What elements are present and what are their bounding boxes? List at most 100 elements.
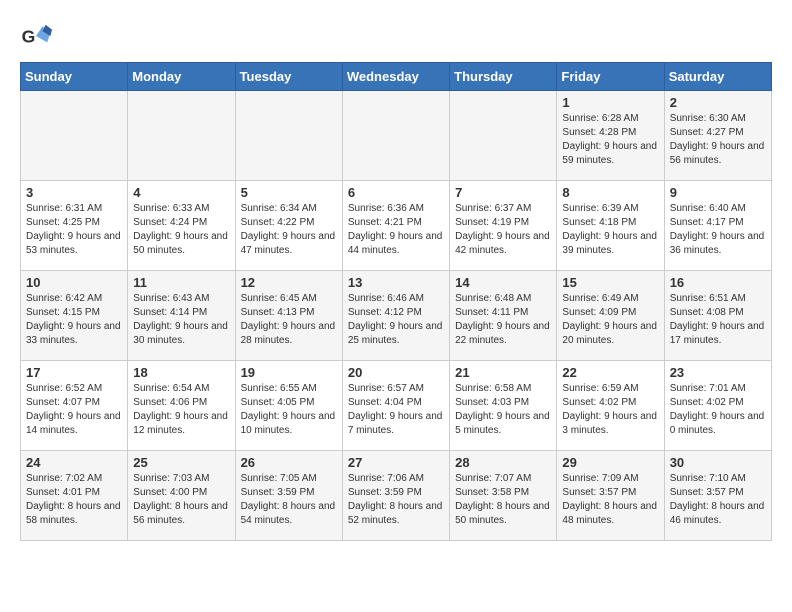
day-cell: 13 Sunrise: 6:46 AM Sunset: 4:12 PM Dayli… — [342, 271, 449, 361]
header: G — [20, 20, 772, 52]
day-cell: 6 Sunrise: 6:36 AM Sunset: 4:21 PM Daylig… — [342, 181, 449, 271]
day-number: 25 — [133, 455, 229, 470]
day-info: Sunrise: 6:42 AM Sunset: 4:15 PM Dayligh… — [26, 292, 122, 348]
day-number: 4 — [133, 185, 229, 200]
day-info: Sunrise: 7:01 AM Sunset: 4:02 PM Dayligh… — [670, 382, 766, 438]
day-info: Sunrise: 6:30 AM Sunset: 4:27 PM Dayligh… — [670, 112, 766, 168]
day-cell: 27 Sunrise: 7:06 AM Sunset: 3:59 PM Dayli… — [342, 451, 449, 541]
day-number: 19 — [241, 365, 337, 380]
day-info: Sunrise: 6:36 AM Sunset: 4:21 PM Dayligh… — [348, 202, 444, 258]
day-cell — [21, 91, 128, 181]
day-cell: 25 Sunrise: 7:03 AM Sunset: 4:00 PM Dayli… — [128, 451, 235, 541]
day-info: Sunrise: 6:49 AM Sunset: 4:09 PM Dayligh… — [562, 292, 658, 348]
day-cell: 4Sunrise: 6:33 AM Sunset: 4:24 PM Daylig… — [128, 181, 235, 271]
day-number: 1 — [562, 95, 658, 110]
calendar-table: SundayMondayTuesdayWednesdayThursdayFrid… — [20, 62, 772, 541]
day-number: 12 — [241, 275, 337, 290]
day-info: Sunrise: 7:03 AM Sunset: 4:00 PM Dayligh… — [133, 472, 229, 528]
day-info: Sunrise: 6:52 AM Sunset: 4:07 PM Dayligh… — [26, 382, 122, 438]
day-info: Sunrise: 6:58 AM Sunset: 4:03 PM Dayligh… — [455, 382, 551, 438]
day-cell: 12 Sunrise: 6:45 AM Sunset: 4:13 PM Dayli… — [235, 271, 342, 361]
day-number: 30 — [670, 455, 766, 470]
day-info: Sunrise: 6:51 AM Sunset: 4:08 PM Dayligh… — [670, 292, 766, 348]
day-cell: 3Sunrise: 6:31 AM Sunset: 4:25 PM Daylig… — [21, 181, 128, 271]
day-number: 2 — [670, 95, 766, 110]
day-number: 24 — [26, 455, 122, 470]
day-cell: 28Sunrise: 7:07 AM Sunset: 3:58 PM Dayli… — [450, 451, 557, 541]
day-cell: 5 Sunrise: 6:34 AM Sunset: 4:22 PM Daylig… — [235, 181, 342, 271]
day-number: 22 — [562, 365, 658, 380]
day-info: Sunrise: 6:28 AM Sunset: 4:28 PM Dayligh… — [562, 112, 658, 168]
week-row-4: 17 Sunrise: 6:52 AM Sunset: 4:07 PM Dayli… — [21, 361, 772, 451]
day-info: Sunrise: 6:48 AM Sunset: 4:11 PM Dayligh… — [455, 292, 551, 348]
day-cell: 26 Sunrise: 7:05 AM Sunset: 3:59 PM Dayli… — [235, 451, 342, 541]
day-number: 17 — [26, 365, 122, 380]
day-info: Sunrise: 7:10 AM Sunset: 3:57 PM Dayligh… — [670, 472, 766, 528]
day-number: 13 — [348, 275, 444, 290]
day-number: 16 — [670, 275, 766, 290]
day-number: 14 — [455, 275, 551, 290]
weekday-header-wednesday: Wednesday — [342, 63, 449, 91]
week-row-5: 24 Sunrise: 7:02 AM Sunset: 4:01 PM Dayli… — [21, 451, 772, 541]
day-cell: 8Sunrise: 6:39 AM Sunset: 4:18 PM Daylig… — [557, 181, 664, 271]
day-cell: 19 Sunrise: 6:55 AM Sunset: 4:05 PM Dayli… — [235, 361, 342, 451]
weekday-header-friday: Friday — [557, 63, 664, 91]
weekday-header-monday: Monday — [128, 63, 235, 91]
day-cell: 18 Sunrise: 6:54 AM Sunset: 4:06 PM Dayli… — [128, 361, 235, 451]
day-number: 26 — [241, 455, 337, 470]
day-number: 27 — [348, 455, 444, 470]
day-info: Sunrise: 7:07 AM Sunset: 3:58 PM Dayligh… — [455, 472, 551, 528]
day-number: 10 — [26, 275, 122, 290]
day-info: Sunrise: 6:46 AM Sunset: 4:12 PM Dayligh… — [348, 292, 444, 348]
day-cell: 1 Sunrise: 6:28 AM Sunset: 4:28 PM Daylig… — [557, 91, 664, 181]
day-cell — [450, 91, 557, 181]
day-number: 5 — [241, 185, 337, 200]
day-cell: 30 Sunrise: 7:10 AM Sunset: 3:57 PM Dayli… — [664, 451, 771, 541]
day-info: Sunrise: 6:37 AM Sunset: 4:19 PM Dayligh… — [455, 202, 551, 258]
day-info: Sunrise: 7:02 AM Sunset: 4:01 PM Dayligh… — [26, 472, 122, 528]
day-number: 29 — [562, 455, 658, 470]
day-cell — [342, 91, 449, 181]
day-number: 20 — [348, 365, 444, 380]
weekday-header-saturday: Saturday — [664, 63, 771, 91]
day-number: 9 — [670, 185, 766, 200]
logo: G — [20, 20, 58, 52]
day-info: Sunrise: 6:45 AM Sunset: 4:13 PM Dayligh… — [241, 292, 337, 348]
week-row-1: 1 Sunrise: 6:28 AM Sunset: 4:28 PM Daylig… — [21, 91, 772, 181]
day-cell: 22 Sunrise: 6:59 AM Sunset: 4:02 PM Dayli… — [557, 361, 664, 451]
day-cell: 23 Sunrise: 7:01 AM Sunset: 4:02 PM Dayli… — [664, 361, 771, 451]
day-cell — [128, 91, 235, 181]
day-number: 11 — [133, 275, 229, 290]
day-info: Sunrise: 7:05 AM Sunset: 3:59 PM Dayligh… — [241, 472, 337, 528]
logo-icon: G — [20, 20, 52, 52]
day-cell: 2 Sunrise: 6:30 AM Sunset: 4:27 PM Daylig… — [664, 91, 771, 181]
day-info: Sunrise: 6:43 AM Sunset: 4:14 PM Dayligh… — [133, 292, 229, 348]
day-number: 18 — [133, 365, 229, 380]
day-cell: 24 Sunrise: 7:02 AM Sunset: 4:01 PM Dayli… — [21, 451, 128, 541]
day-cell: 21 Sunrise: 6:58 AM Sunset: 4:03 PM Dayli… — [450, 361, 557, 451]
day-number: 15 — [562, 275, 658, 290]
day-info: Sunrise: 6:54 AM Sunset: 4:06 PM Dayligh… — [133, 382, 229, 438]
day-cell: 9Sunrise: 6:40 AM Sunset: 4:17 PM Daylig… — [664, 181, 771, 271]
day-number: 6 — [348, 185, 444, 200]
day-cell: 20 Sunrise: 6:57 AM Sunset: 4:04 PM Dayli… — [342, 361, 449, 451]
day-info: Sunrise: 6:57 AM Sunset: 4:04 PM Dayligh… — [348, 382, 444, 438]
week-row-2: 3Sunrise: 6:31 AM Sunset: 4:25 PM Daylig… — [21, 181, 772, 271]
svg-text:G: G — [22, 26, 36, 46]
day-info: Sunrise: 7:06 AM Sunset: 3:59 PM Dayligh… — [348, 472, 444, 528]
weekday-header-sunday: Sunday — [21, 63, 128, 91]
day-cell — [235, 91, 342, 181]
weekday-header-tuesday: Tuesday — [235, 63, 342, 91]
day-number: 8 — [562, 185, 658, 200]
day-info: Sunrise: 6:59 AM Sunset: 4:02 PM Dayligh… — [562, 382, 658, 438]
day-info: Sunrise: 6:55 AM Sunset: 4:05 PM Dayligh… — [241, 382, 337, 438]
day-number: 3 — [26, 185, 122, 200]
day-info: Sunrise: 6:34 AM Sunset: 4:22 PM Dayligh… — [241, 202, 337, 258]
day-number: 21 — [455, 365, 551, 380]
day-cell: 11 Sunrise: 6:43 AM Sunset: 4:14 PM Dayli… — [128, 271, 235, 361]
day-info: Sunrise: 7:09 AM Sunset: 3:57 PM Dayligh… — [562, 472, 658, 528]
day-cell: 16 Sunrise: 6:51 AM Sunset: 4:08 PM Dayli… — [664, 271, 771, 361]
week-row-3: 10 Sunrise: 6:42 AM Sunset: 4:15 PM Dayli… — [21, 271, 772, 361]
day-number: 23 — [670, 365, 766, 380]
day-cell: 15 Sunrise: 6:49 AM Sunset: 4:09 PM Dayli… — [557, 271, 664, 361]
